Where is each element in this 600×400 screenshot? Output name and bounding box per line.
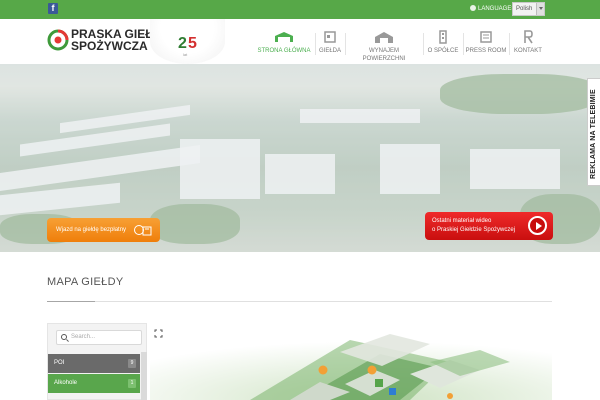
nav-divider — [509, 33, 510, 55]
category-poi[interactable]: POI 9 — [48, 354, 140, 373]
nav-divider — [463, 33, 464, 55]
building-icon — [439, 30, 447, 44]
divider-accent — [47, 301, 95, 302]
category-alkohole[interactable]: Alkohole 1 — [48, 374, 140, 393]
map-pin-icon[interactable] — [375, 379, 383, 387]
home-icon — [275, 32, 293, 42]
language-select[interactable]: Polish — [512, 2, 545, 16]
facebook-icon[interactable]: f — [48, 3, 58, 14]
latest-video-button[interactable]: Ostatni materiał wideo o Praskiej Giełdz… — [425, 212, 553, 240]
fullscreen-icon[interactable] — [154, 329, 163, 338]
nav-item-o-spolce[interactable]: O SPÓŁCE — [425, 30, 461, 58]
billboard-ad-tab[interactable]: REKLAMA NA TELEBIMIE — [587, 78, 600, 186]
map-search-input[interactable]: Search... — [56, 330, 142, 345]
map-filter-panel: Search... POI 9 Alkohole 1 — [47, 323, 147, 400]
anniversary-badge: 2 5 lat — [150, 19, 225, 64]
market-icon — [324, 31, 336, 43]
nav-item-gielda[interactable]: GIEŁDA — [317, 30, 343, 58]
play-icon — [528, 216, 547, 235]
warehouse-icon — [375, 32, 393, 43]
panel-scrollbar[interactable] — [141, 352, 147, 400]
nav-divider — [345, 33, 346, 55]
section-title: MAPA GIEŁDY — [47, 276, 124, 288]
car-icon — [134, 225, 152, 236]
nav-item-kontakt[interactable]: KONTAKT — [511, 30, 545, 58]
map-pin-icon[interactable] — [389, 388, 396, 395]
nav-divider — [423, 33, 424, 55]
category-count: 1 — [128, 379, 136, 388]
chevron-down-icon[interactable] — [536, 3, 544, 15]
section-divider — [47, 301, 552, 302]
nav-divider — [315, 33, 316, 55]
market-map[interactable] — [150, 322, 552, 400]
press-icon — [480, 31, 492, 43]
nav-item-wynajem[interactable]: WYNAJEM POWIERZCHNI — [347, 30, 421, 62]
top-bar: f LANGUAGES Polish — [0, 0, 600, 19]
free-entry-button[interactable]: Wjazd na giełdę bezpłatny — [47, 218, 160, 242]
globe-icon — [470, 5, 476, 11]
contact-icon — [524, 30, 533, 44]
search-icon — [61, 334, 67, 340]
site-header: PRASKA GIEŁDA SPOŻYWCZA 2 5 lat STRONA G… — [0, 19, 600, 64]
map-pin-icon[interactable] — [367, 365, 377, 375]
category-count: 9 — [128, 359, 136, 368]
nav-item-home[interactable]: STRONA GŁÓWNA — [255, 30, 313, 58]
map-pin-icon[interactable] — [447, 393, 453, 399]
map-pin-icon[interactable] — [318, 365, 328, 375]
languages-label: LANGUAGES — [470, 4, 515, 14]
logo-icon[interactable] — [47, 29, 69, 51]
nav-item-press-room[interactable]: PRESS ROOM — [465, 30, 507, 58]
